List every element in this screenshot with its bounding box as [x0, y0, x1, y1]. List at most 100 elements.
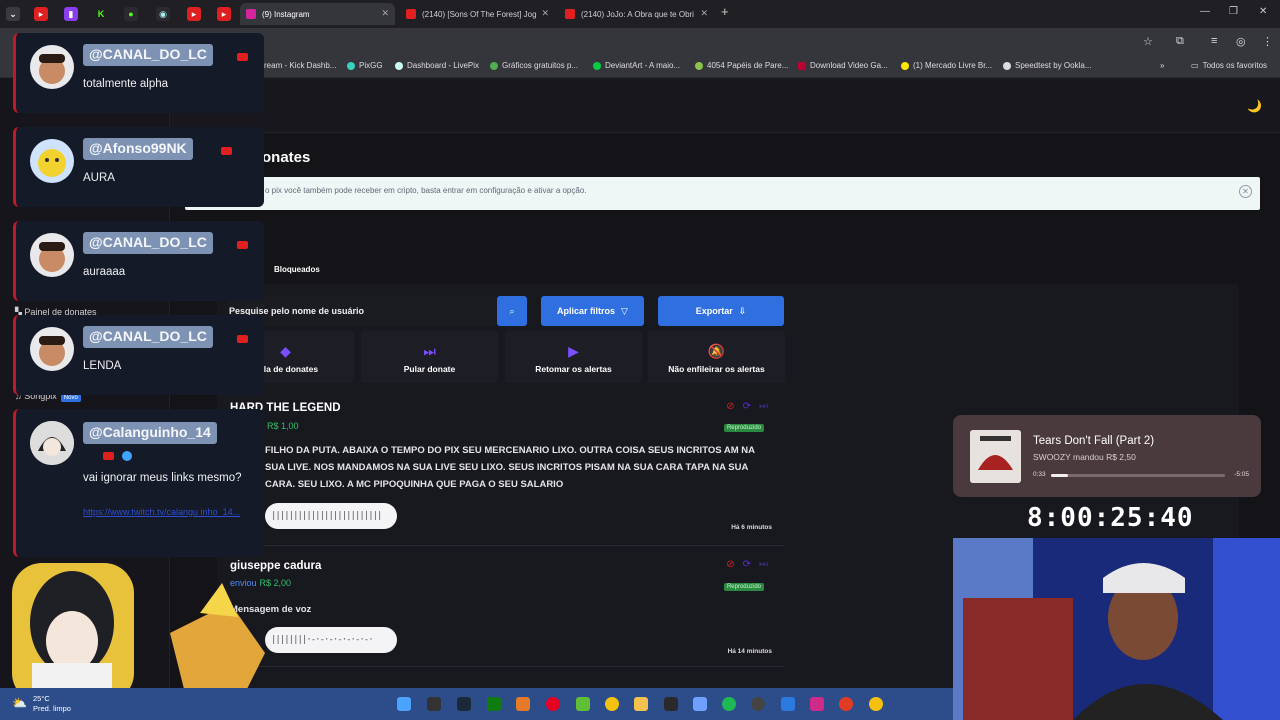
chat-message: @CANAL_DO_LC auraaaa: [13, 221, 264, 301]
bookmark-papeis[interactable]: 4054 Papéis de Pare...: [695, 61, 788, 70]
more-bookmarks-icon[interactable]: »: [1160, 61, 1164, 70]
search-taskbar-icon[interactable]: [427, 697, 441, 711]
folder-icon: ▭: [1191, 61, 1199, 70]
bookmark-label: ream - Kick Dashb...: [264, 61, 337, 70]
instagram-icon: [246, 9, 256, 19]
youtube-icon: [221, 147, 232, 155]
folder-taskbar-icon[interactable]: [634, 697, 648, 711]
bookmark-speedtest[interactable]: Speedtest by Ookla...: [1003, 61, 1092, 70]
elapsed-time: 0:33: [1033, 471, 1046, 478]
globe-tab-icon[interactable]: ◉: [156, 7, 170, 21]
status-badge: Reproduzido: [723, 424, 764, 432]
block-icon[interactable]: ⊘: [726, 401, 734, 412]
tab-list-icon[interactable]: ⌄: [6, 7, 20, 21]
close-banner-icon[interactable]: ✕: [1239, 185, 1252, 198]
star-icon[interactable]: ☆: [1143, 35, 1153, 48]
obs-icon[interactable]: [751, 697, 765, 711]
start-icon[interactable]: [397, 697, 411, 711]
theme-toggle-icon[interactable]: 🌙: [1247, 99, 1262, 113]
song-subtitle: SWOOZY mandou R$ 2,50: [1033, 452, 1136, 462]
tab-label: (2140) [Sons Of The Forest] Jog: [422, 9, 537, 19]
bell-off-icon: 🔕: [707, 343, 726, 359]
chat-text: totalmente alpha: [83, 78, 169, 90]
chat-text: AURA: [83, 172, 115, 184]
bookmark-deviantart[interactable]: DeviantArt - A maio...: [593, 61, 680, 70]
minimize-button[interactable]: —: [1200, 6, 1210, 17]
xbox-icon[interactable]: [487, 697, 501, 711]
chrome-icon-2[interactable]: [869, 697, 883, 711]
bookmark-pixgg[interactable]: PixGG: [347, 61, 383, 70]
bookmark-label: Gráficos gratuitos p...: [502, 61, 579, 70]
chat-text: auraaaa: [83, 266, 126, 278]
notepad-icon[interactable]: [693, 697, 707, 711]
close-tab-icon[interactable]: ✕: [381, 8, 389, 19]
tab-jojo[interactable]: (2140) JoJo: A Obra que te Obri ✕: [559, 3, 714, 25]
menu-icon[interactable]: ⋮: [1262, 35, 1273, 48]
bookmark-livepix[interactable]: Dashboard - LivePix: [395, 61, 479, 70]
action-label: Não enfileirar os alertas: [668, 364, 765, 374]
resume-alerts-button[interactable]: ▶ Retomar os alertas: [505, 331, 642, 383]
remaining-time: -5:05: [1234, 471, 1249, 478]
kick-tab-icon[interactable]: K: [94, 7, 108, 21]
search-button[interactable]: ⌕: [497, 296, 527, 326]
search-icon: ⌕: [509, 305, 515, 316]
block-icon[interactable]: ⊘: [726, 559, 734, 570]
speedtest-icon: [1003, 61, 1011, 70]
play-icon: ▶: [568, 343, 579, 359]
steam-icon[interactable]: [457, 697, 471, 711]
skip-small-icon[interactable]: ⏭: [759, 559, 768, 570]
album-art: [970, 430, 1021, 483]
new-tab-button[interactable]: +: [721, 4, 729, 19]
bookmark-mercado-livre[interactable]: (1) Mercado Livre Br...: [901, 61, 992, 70]
tab-instagram[interactable]: (9) Instagram ✕: [240, 3, 395, 25]
youtube-tab-icon[interactable]: ▸: [34, 7, 48, 21]
bookmark-download-video[interactable]: Download Video Ga...: [798, 61, 888, 70]
profile-icon[interactable]: ◎: [1236, 35, 1246, 48]
bookmark-graficos[interactable]: Gráficos gratuitos p...: [490, 61, 578, 70]
graficos-icon: [490, 61, 498, 70]
twitch-tab-icon[interactable]: ▮: [64, 7, 78, 21]
kick-active-tab-icon[interactable]: ●: [124, 7, 138, 21]
chat-handle: @CANAL_DO_LC: [83, 232, 213, 254]
spotify-icon[interactable]: [722, 697, 736, 711]
app-icon[interactable]: [516, 697, 530, 711]
replay-icon[interactable]: ⟳: [743, 559, 751, 570]
browser-icon[interactable]: [839, 697, 853, 711]
tab-sons-forest[interactable]: (2140) [Sons Of The Forest] Jog ✕: [400, 3, 555, 25]
all-favorites-folder[interactable]: ▭ Todos os favoritos: [1191, 61, 1267, 70]
youtube-tab-icon-2[interactable]: ▸: [187, 7, 201, 21]
capcut-icon[interactable]: [664, 697, 678, 711]
chat-link[interactable]: https://www.twitch.tv/calangu inho_14...: [83, 506, 258, 519]
close-tab-icon[interactable]: ✕: [700, 8, 708, 19]
close-tab-icon[interactable]: ✕: [541, 8, 549, 19]
skip-small-icon[interactable]: ⏭: [759, 401, 768, 412]
donate-message: Mensagem de voz: [230, 604, 312, 615]
apply-filters-button[interactable]: Aplicar filtros ▽: [541, 296, 644, 326]
donate-time: Há 14 minutos: [727, 648, 772, 655]
papeis-icon: [695, 61, 703, 70]
chrome-icon[interactable]: [605, 697, 619, 711]
bookmark-kick[interactable]: ream - Kick Dashb...: [264, 61, 336, 70]
close-window-button[interactable]: ✕: [1259, 6, 1267, 17]
export-button[interactable]: Exportar ⇩: [658, 296, 784, 326]
no-queue-alerts-button[interactable]: 🔕 Não enfileirar os alertas: [648, 331, 785, 383]
youtube-tab-icon-3[interactable]: ▸: [217, 7, 231, 21]
tab-blocked[interactable]: Bloqueados: [274, 265, 320, 274]
youtube-icon: [103, 452, 114, 460]
skip-donate-button[interactable]: ⏭ Pular donate: [361, 331, 498, 383]
audio-player[interactable]: |||||||||||||||||||||||||: [265, 503, 397, 529]
download-icon: ⇩: [738, 305, 747, 316]
maximize-button[interactable]: ❐: [1229, 6, 1238, 17]
pinterest-icon[interactable]: [546, 697, 560, 711]
bookmark-label: DeviantArt - A maio...: [605, 61, 681, 70]
bloco-icon[interactable]: [576, 697, 590, 711]
store-icon[interactable]: [810, 697, 824, 711]
search-input[interactable]: [229, 296, 496, 326]
youtube-icon: [237, 53, 248, 61]
media-control-icon[interactable]: ≡: [1211, 35, 1217, 47]
weather-temperature: 25°C: [33, 694, 50, 703]
chat-handle: @Calanguinho_14: [83, 422, 217, 444]
display-icon[interactable]: [781, 697, 795, 711]
extensions-icon[interactable]: ⧉: [1176, 35, 1184, 48]
replay-icon[interactable]: ⟳: [743, 401, 751, 412]
